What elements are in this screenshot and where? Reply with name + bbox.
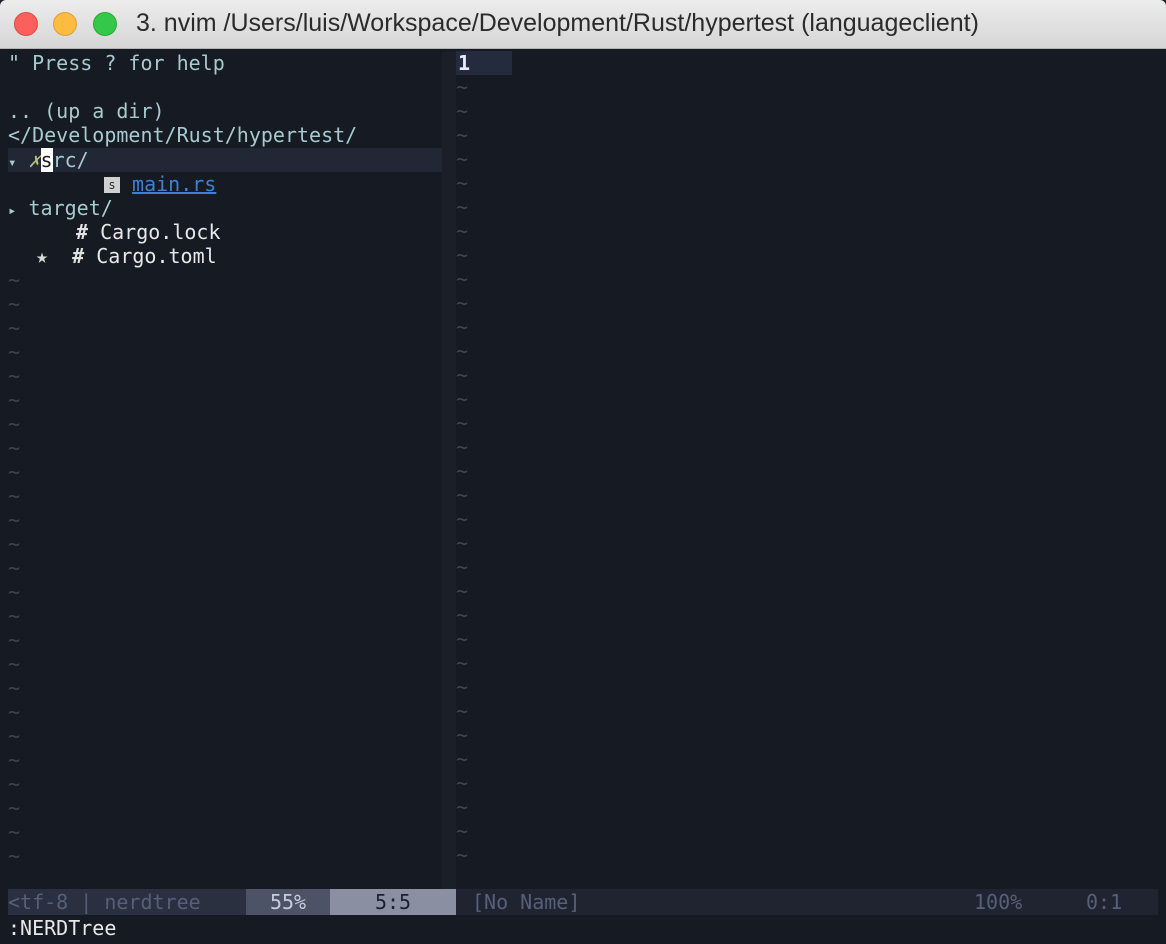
empty-line-tilde: ~: [8, 580, 21, 604]
window-split-divider[interactable]: [442, 51, 456, 889]
empty-line-tilde: ~: [456, 75, 469, 99]
status-position-right: 0:1: [1086, 890, 1123, 914]
line-number-text: 1: [458, 51, 471, 75]
editor-pane[interactable]: 1 ~ ~ ~ ~ ~ ~ ~ ~ ~ ~ ~ ~ ~ ~ ~ ~ ~ ~ ~ ~ ~ ~ ~ ~ ~ ~ ~ ~ ~ ~ ~ ~ ~: [456, 51, 1158, 889]
star-icon: ★: [36, 244, 49, 268]
empty-line-tilde: ~: [8, 724, 21, 748]
empty-line-tilde: ~: [456, 219, 469, 243]
status-buffer-name: [No Name]: [472, 890, 581, 914]
terminal-window: 3. nvim /Users/luis/Workspace/Developmen…: [0, 0, 1166, 944]
empty-line-tilde: ~: [8, 292, 21, 316]
empty-line-tilde: ~: [456, 267, 469, 291]
rust-file-icon: s: [104, 177, 120, 193]
title-bar: 3. nvim /Users/luis/Workspace/Developmen…: [0, 0, 1166, 49]
empty-line-tilde: ~: [456, 675, 469, 699]
empty-line-tilde: ~: [456, 243, 469, 267]
empty-line-tilde: ~: [456, 795, 469, 819]
empty-line-tilde: ~: [456, 531, 469, 555]
status-line: <tf-8 | nerdtree 55% 5:5 [No Name] 100% …: [8, 889, 1158, 915]
empty-line-tilde: ~: [456, 195, 469, 219]
empty-line-tilde: ~: [456, 747, 469, 771]
empty-line-tilde: ~: [8, 460, 21, 484]
empty-line-tilde: ~: [456, 99, 469, 123]
tree-node-cargo-lock[interactable]: # Cargo.lock: [76, 220, 221, 244]
status-percent-right: 100%: [974, 890, 1023, 914]
empty-line-tilde: ~: [8, 388, 21, 412]
empty-line-tilde: ~: [8, 628, 21, 652]
empty-line-tilde: ~: [8, 268, 21, 292]
empty-line-tilde: ~: [456, 771, 469, 795]
tree-node-src[interactable]: ▾ ✗src/: [8, 148, 89, 172]
empty-line-tilde: ~: [8, 484, 21, 508]
minimize-button[interactable]: [53, 12, 77, 36]
empty-line-tilde: ~: [8, 748, 21, 772]
empty-line-tilde: ~: [8, 532, 21, 556]
line-number: 1: [456, 51, 512, 75]
empty-line-tilde: ~: [456, 699, 469, 723]
status-encoding-filetype: <tf-8 | nerdtree: [8, 889, 246, 915]
window-title: 3. nvim /Users/luis/Workspace/Developmen…: [136, 9, 979, 37]
git-modified-icon: ✗: [28, 148, 41, 172]
help-hint: " Press ? for help: [8, 51, 225, 75]
tree-node-cargo-toml[interactable]: ★ # Cargo.toml: [36, 244, 217, 268]
empty-line-tilde: ~: [8, 676, 21, 700]
config-file-icon: #: [72, 244, 85, 268]
empty-line-tilde: ~: [456, 843, 469, 867]
expanded-arrow-icon: ▾: [8, 155, 17, 171]
empty-line-tilde: ~: [8, 844, 21, 868]
cargo-toml-label: Cargo.toml: [96, 244, 217, 268]
tree-node-main-rs[interactable]: s main.rs: [104, 172, 216, 196]
empty-line-tilde: ~: [456, 651, 469, 675]
empty-line-tilde: ~: [456, 363, 469, 387]
empty-line-tilde: ~: [456, 555, 469, 579]
empty-line-tilde: ~: [8, 772, 21, 796]
tree-root-path[interactable]: </Development/Rust/hypertest/: [8, 123, 357, 147]
empty-line-tilde: ~: [8, 604, 21, 628]
tree-node-target[interactable]: ▸ target/: [8, 196, 113, 220]
empty-line-tilde: ~: [8, 700, 21, 724]
empty-line-tilde: ~: [456, 579, 469, 603]
empty-line-tilde: ~: [8, 316, 21, 340]
up-dir-entry[interactable]: .. (up a dir): [8, 99, 165, 123]
empty-line-tilde: ~: [8, 340, 21, 364]
main-rs-label[interactable]: main.rs: [132, 172, 216, 196]
collapsed-arrow-icon: ▸: [8, 203, 17, 219]
cargo-lock-label: Cargo.lock: [100, 220, 221, 244]
empty-line-tilde: ~: [456, 459, 469, 483]
status-position: 5:5: [330, 889, 456, 915]
command-line[interactable]: :NERDTree: [8, 915, 1158, 941]
empty-line-tilde: ~: [456, 507, 469, 531]
text-cursor: s: [40, 148, 53, 172]
empty-line-tilde: ~: [456, 411, 469, 435]
empty-line-tilde: ~: [8, 436, 21, 460]
empty-line-tilde: ~: [456, 315, 469, 339]
zoom-button[interactable]: [93, 12, 117, 36]
empty-line-tilde: ~: [8, 508, 21, 532]
target-dir-label: target/: [28, 196, 113, 220]
src-dir-label: rc/: [52, 148, 89, 172]
empty-line-tilde: ~: [456, 123, 469, 147]
empty-line-tilde: ~: [8, 820, 21, 844]
empty-line-tilde: ~: [8, 364, 21, 388]
empty-line-tilde: ~: [8, 652, 21, 676]
status-percent: 55%: [246, 889, 330, 915]
empty-line-tilde: ~: [456, 147, 469, 171]
empty-line-tilde: ~: [8, 796, 21, 820]
empty-line-tilde: ~: [456, 339, 469, 363]
empty-line-tilde: ~: [8, 412, 21, 436]
empty-line-tilde: ~: [456, 435, 469, 459]
empty-line-tilde: ~: [456, 819, 469, 843]
empty-line-tilde: ~: [456, 171, 469, 195]
config-file-icon: #: [76, 220, 89, 244]
empty-line-tilde: ~: [456, 387, 469, 411]
empty-line-tilde: ~: [456, 483, 469, 507]
empty-line-tilde: ~: [456, 723, 469, 747]
terminal-content[interactable]: " Press ? for help .. (up a dir) </Devel…: [8, 49, 1158, 944]
empty-line-tilde: ~: [8, 556, 21, 580]
close-button[interactable]: [14, 12, 38, 36]
empty-line-tilde: ~: [456, 627, 469, 651]
nerdtree-pane[interactable]: " Press ? for help .. (up a dir) </Devel…: [8, 51, 442, 889]
empty-line-tilde: ~: [456, 291, 469, 315]
empty-line-tilde: ~: [456, 603, 469, 627]
